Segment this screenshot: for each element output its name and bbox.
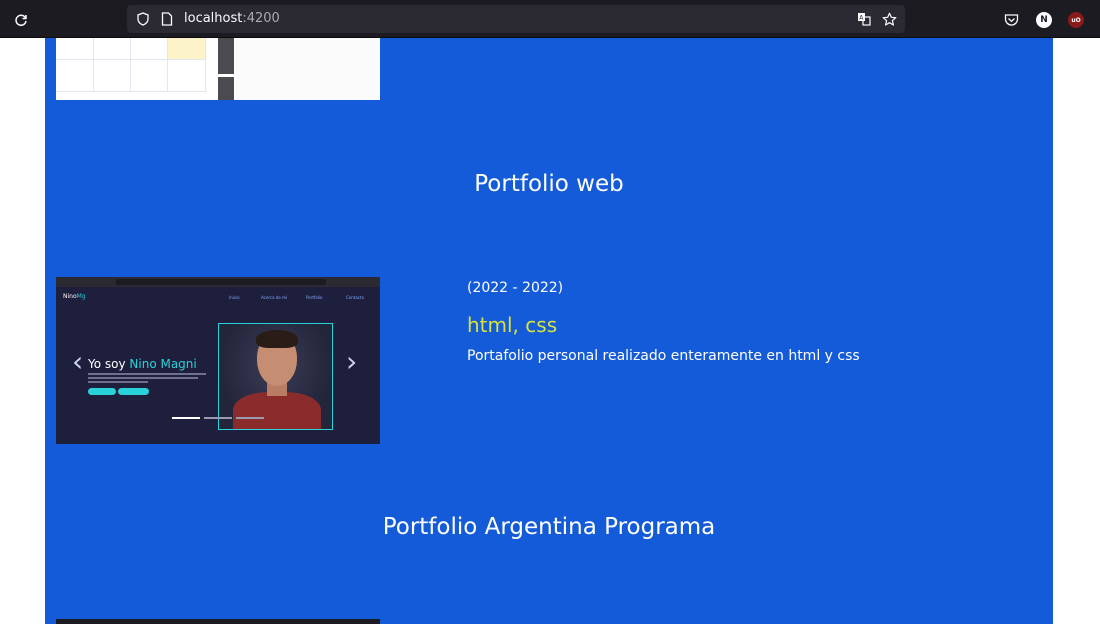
reload-icon[interactable] <box>10 9 32 31</box>
screenshot-text-line <box>88 373 206 375</box>
calendar-cell <box>168 38 206 60</box>
calendar-cell <box>94 60 131 92</box>
portrait-hair <box>256 330 298 348</box>
pocket-icon[interactable] <box>1000 9 1022 31</box>
browser-toolbar: localhost:4200 A N uO <box>0 0 1100 38</box>
screenshot-prev-arrow-icon: ‹ <box>72 345 84 378</box>
screenshot-url <box>116 279 326 285</box>
screenshot-next-arrow-icon: › <box>346 345 358 378</box>
calendar-side-panel <box>218 38 234 100</box>
profile-avatar[interactable]: N <box>1033 9 1055 31</box>
url-bar[interactable]: localhost:4200 A <box>127 5 905 33</box>
screenshot-logo: NinoMg <box>63 293 86 300</box>
calendar-right-list <box>236 38 380 100</box>
screenshot-logo-prefix: Nino <box>63 293 77 300</box>
project-screenshot-argentina-programa <box>56 619 380 624</box>
screenshot-nav-item: Inicio <box>229 295 240 300</box>
screenshot-portrait <box>218 323 333 430</box>
calendar-cell <box>56 38 94 60</box>
screenshot-logo-suffix: Mg <box>76 293 86 300</box>
side-panel-bar <box>218 74 234 77</box>
project-tech: html, css <box>467 313 558 337</box>
screenshot-headline-prefix: Yo soy <box>88 357 130 371</box>
translate-icon[interactable]: A <box>856 11 872 27</box>
project-year: (2022 - 2022) <box>467 280 564 296</box>
screenshot-carousel-dot <box>172 417 200 419</box>
screenshot-browser-bar <box>56 277 380 287</box>
screenshot-text-line <box>88 377 198 379</box>
calendar-grid <box>56 38 216 100</box>
shield-icon[interactable] <box>135 11 151 27</box>
project-title: Portfolio Argentina Programa <box>382 514 716 540</box>
url-text[interactable]: localhost:4200 <box>184 11 280 26</box>
ublock-label: uO <box>1068 12 1084 28</box>
ublock-icon[interactable]: uO <box>1065 9 1087 31</box>
url-port: :4200 <box>242 11 280 26</box>
screenshot-nav-item: Acerca de mi <box>261 295 288 300</box>
screenshot-nav-item: Contacto <box>346 295 365 300</box>
project-description: Portafolio personal realizado enterament… <box>467 348 860 364</box>
calendar-cell <box>56 60 94 92</box>
page-icon <box>159 11 175 27</box>
project-title: Portfolio web <box>474 171 624 197</box>
screenshot-headline: Yo soy Nino Magni <box>88 357 197 371</box>
url-host: localhost <box>184 11 243 26</box>
projects-section: Portfolio web NinoMg Inicio Acerca de mi… <box>45 38 1053 624</box>
calendar-cell <box>131 38 168 60</box>
screenshot-carousel-dot <box>204 417 232 419</box>
screenshot-nav-item: Portfolio <box>306 295 323 300</box>
screenshot-headline-name: Nino Magni <box>129 357 197 371</box>
project-screenshot-portfolio: NinoMg Inicio Acerca de mi Portfolio Con… <box>56 277 380 444</box>
bookmark-star-icon[interactable] <box>881 11 897 27</box>
screenshot-text-line <box>88 381 148 383</box>
calendar-cell <box>94 38 131 60</box>
project-screenshot-calendar <box>56 38 380 100</box>
screenshot-pill-button <box>88 388 116 395</box>
profile-initial: N <box>1036 12 1052 28</box>
calendar-cell <box>168 60 206 92</box>
portrait-shirt <box>233 392 321 429</box>
screenshot-carousel-dot <box>236 417 264 419</box>
screenshot-pill-button <box>118 388 149 395</box>
calendar-cell <box>131 60 168 92</box>
page-viewport: Portfolio web NinoMg Inicio Acerca de mi… <box>0 38 1100 624</box>
